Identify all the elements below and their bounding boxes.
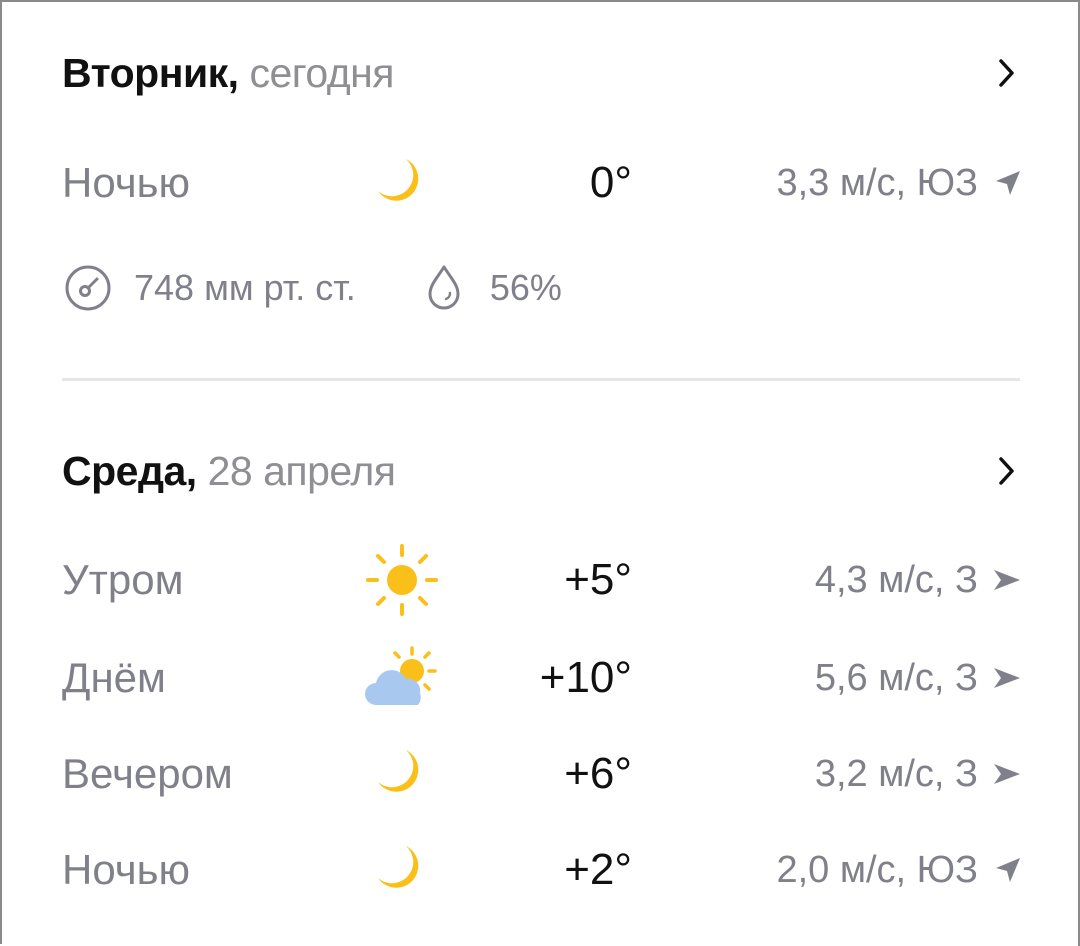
wind-speed-direction: 2,0 м/с, ЮЗ: [776, 848, 978, 891]
day-part-label: Утром: [62, 556, 184, 603]
wind-arrow-w-icon: [978, 754, 1022, 794]
wind-info: 4,3 м/с, З: [632, 559, 1022, 602]
day-date: сегодня: [249, 49, 395, 96]
day-date: 28 апреля: [207, 447, 396, 494]
day-part-label: Днём: [62, 654, 166, 701]
day-details: 748 мм рт. ст. 56%: [62, 258, 562, 318]
day-name: Вторник,: [62, 49, 239, 96]
temperature: +10°: [539, 653, 632, 702]
wind-arrow-w-icon: [978, 658, 1022, 698]
wind-speed-direction: 3,2 м/с, З: [814, 752, 978, 795]
wind-arrow-sw-icon: [978, 850, 1022, 890]
temperature: 0°: [589, 158, 632, 207]
wind-arrow-w-icon: [978, 560, 1022, 600]
forecast-row: Ночью 0° 3,3 м/с, ЮЗ: [62, 148, 1022, 218]
forecast-row: Утром +5° 4,3 м/с, З: [62, 544, 1022, 616]
moon-icon: [352, 835, 452, 905]
wind-info: 3,3 м/с, ЮЗ: [632, 162, 1022, 205]
pressure-value: 748 мм рт. ст.: [134, 267, 356, 308]
chevron-right-icon[interactable]: [992, 53, 1022, 93]
humidity-value: 56%: [489, 267, 562, 308]
day-header-wednesday[interactable]: Среда, 28 апреля: [62, 441, 1022, 501]
forecast-row: Вечером +6° 3,2 м/с, З: [62, 739, 1022, 809]
wind-info: 5,6 м/с, З: [632, 657, 1022, 700]
sun-icon: [352, 544, 452, 616]
temperature: +5°: [564, 555, 632, 604]
day-header-tuesday[interactable]: Вторник, сегодня: [62, 43, 1022, 103]
pressure-gauge-icon: [62, 262, 114, 314]
day-divider: [62, 378, 1020, 381]
wind-info: 3,2 м/с, З: [632, 753, 1022, 796]
moon-icon: [352, 148, 452, 218]
wind-speed-direction: 3,3 м/с, ЮЗ: [776, 161, 978, 204]
temperature: +6°: [564, 749, 632, 798]
wind-speed-direction: 5,6 м/с, З: [814, 656, 978, 699]
day-part-label: Ночью: [62, 159, 191, 206]
humidity-item: 56%: [418, 262, 562, 314]
day-part-label: Вечером: [62, 750, 233, 797]
temperature: +2°: [564, 845, 632, 894]
wind-info: 2,0 м/с, ЮЗ: [632, 849, 1022, 892]
wind-speed-direction: 4,3 м/с, З: [814, 558, 978, 601]
day-title: Вторник, сегодня: [62, 49, 395, 97]
forecast-row: Ночью +2° 2,0 м/с, ЮЗ: [62, 835, 1022, 905]
day-title: Среда, 28 апреля: [62, 447, 396, 495]
forecast-row: Днём +10° 5,6 м/с, З: [62, 643, 1022, 713]
wind-arrow-sw-icon: [978, 163, 1022, 203]
moon-icon: [352, 739, 452, 809]
partly-cloudy-icon: [352, 643, 452, 713]
pressure-item: 748 мм рт. ст.: [62, 262, 356, 314]
humidity-drop-icon: [418, 262, 470, 314]
day-part-label: Ночью: [62, 846, 191, 893]
chevron-right-icon[interactable]: [992, 451, 1022, 491]
day-name: Среда,: [62, 447, 197, 494]
